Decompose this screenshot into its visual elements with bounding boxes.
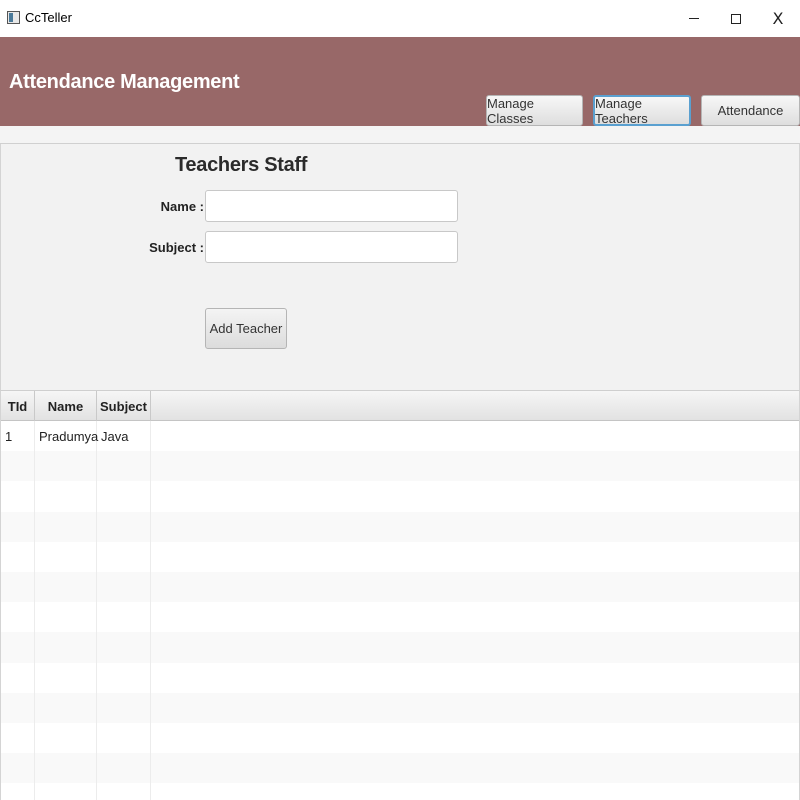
empty-cell bbox=[97, 692, 151, 723]
empty-cell bbox=[1, 602, 35, 633]
maximize-icon bbox=[731, 13, 741, 24]
empty-cell bbox=[35, 571, 97, 603]
subject-label: Subject : bbox=[149, 240, 204, 255]
attendance-button[interactable]: Attendance bbox=[701, 95, 800, 126]
empty-cell bbox=[35, 753, 97, 784]
app-window-icon bbox=[7, 11, 20, 24]
empty-table-row bbox=[1, 571, 799, 603]
close-button[interactable]: X bbox=[756, 0, 800, 37]
maximize-button[interactable] bbox=[714, 0, 758, 37]
empty-cell bbox=[97, 783, 151, 800]
empty-cell bbox=[97, 571, 151, 603]
empty-table-row bbox=[1, 602, 799, 633]
empty-cell bbox=[97, 451, 151, 482]
name-label: Name : bbox=[160, 199, 204, 214]
empty-table-row bbox=[1, 511, 799, 542]
empty-cell bbox=[1, 571, 35, 603]
column-header-subject[interactable]: Subject bbox=[97, 391, 151, 421]
empty-cell bbox=[1, 451, 35, 482]
cell-name: Pradumya bbox=[35, 421, 98, 452]
empty-table-row bbox=[1, 451, 799, 482]
empty-table-row bbox=[1, 722, 799, 754]
minimize-icon bbox=[689, 18, 699, 19]
empty-cell bbox=[35, 692, 97, 723]
column-header-name[interactable]: Name bbox=[35, 391, 97, 421]
empty-cell bbox=[35, 602, 97, 633]
table-header: TId Name Subject bbox=[1, 391, 799, 421]
empty-cell bbox=[1, 541, 35, 572]
empty-table-row bbox=[1, 481, 799, 512]
empty-cell bbox=[97, 662, 151, 693]
empty-cell bbox=[97, 602, 151, 633]
manage-classes-button[interactable]: Manage Classes bbox=[486, 95, 583, 126]
add-teacher-button[interactable]: Add Teacher bbox=[205, 308, 287, 349]
empty-table-row bbox=[1, 662, 799, 693]
empty-cell bbox=[1, 511, 35, 542]
empty-cell bbox=[35, 511, 97, 542]
empty-cell bbox=[35, 783, 97, 800]
column-header-tid[interactable]: TId bbox=[1, 391, 35, 421]
empty-cell bbox=[35, 451, 97, 482]
empty-cell bbox=[97, 753, 151, 784]
empty-cell bbox=[1, 783, 35, 800]
window-title: CcTeller bbox=[25, 10, 72, 25]
minimize-button[interactable] bbox=[672, 0, 716, 37]
empty-cell bbox=[1, 481, 35, 512]
empty-table-row bbox=[1, 692, 799, 723]
table-row[interactable]: 1 Pradumya Java bbox=[1, 421, 799, 452]
subject-input[interactable] bbox=[205, 231, 458, 263]
empty-cell bbox=[35, 541, 97, 572]
page-title: Attendance Management bbox=[9, 71, 240, 93]
empty-table-row bbox=[1, 753, 799, 784]
empty-table-row bbox=[1, 541, 799, 572]
empty-cell bbox=[97, 541, 151, 572]
empty-cell bbox=[35, 722, 97, 754]
empty-cell bbox=[35, 481, 97, 512]
empty-cell bbox=[1, 662, 35, 693]
manage-teachers-button[interactable]: Manage Teachers bbox=[593, 95, 691, 126]
cell-tid: 1 bbox=[1, 421, 35, 452]
empty-cell bbox=[1, 753, 35, 784]
empty-cell bbox=[97, 722, 151, 754]
empty-table-row bbox=[1, 783, 799, 800]
header-separator bbox=[0, 126, 800, 144]
app-header: Attendance Management Manage Classes Man… bbox=[0, 37, 800, 126]
teacher-form-panel: Teachers Staff Name : Subject : Add Teac… bbox=[0, 144, 800, 390]
form-title: Teachers Staff bbox=[175, 154, 308, 176]
empty-cell bbox=[1, 692, 35, 723]
empty-cell bbox=[35, 662, 97, 693]
empty-cell bbox=[1, 632, 35, 663]
empty-cell bbox=[1, 722, 35, 754]
table-body: 1 Pradumya Java bbox=[1, 421, 799, 800]
teachers-table[interactable]: TId Name Subject 1 Pradumya Java bbox=[0, 390, 800, 800]
close-icon: X bbox=[772, 9, 784, 28]
window-title-bar: CcTeller X bbox=[0, 0, 800, 37]
name-input[interactable] bbox=[205, 190, 458, 222]
cell-subject: Java bbox=[97, 421, 151, 452]
empty-cell bbox=[35, 632, 97, 663]
empty-cell bbox=[97, 511, 151, 542]
empty-table-row bbox=[1, 632, 799, 663]
empty-cell bbox=[97, 481, 151, 512]
empty-cell bbox=[97, 632, 151, 663]
